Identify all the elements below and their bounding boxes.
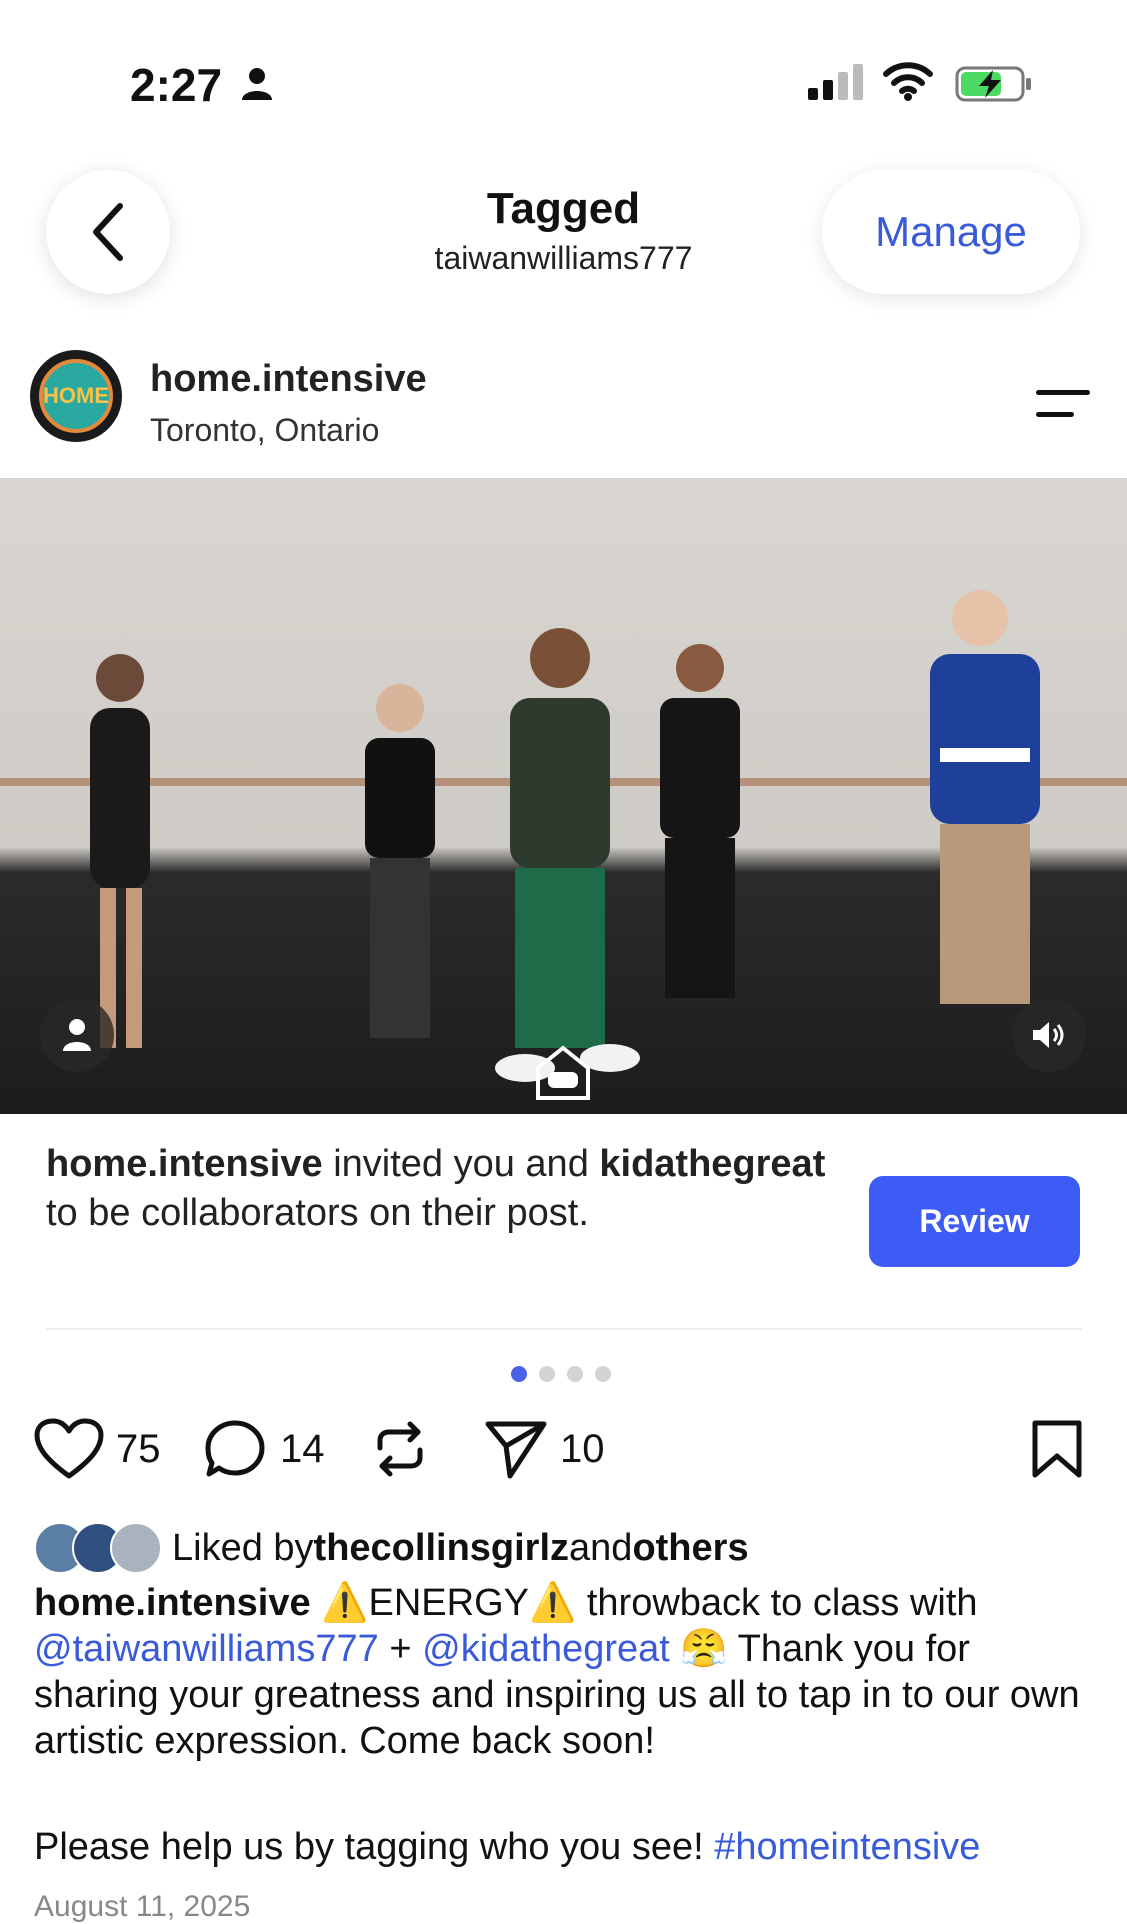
tagged-people-button[interactable]	[40, 998, 114, 1072]
header: Tagged taiwanwilliams777 Manage	[0, 160, 1127, 320]
comment-count: 14	[280, 1426, 325, 1471]
share-count: 10	[560, 1426, 605, 1471]
person-icon	[242, 68, 272, 100]
status-bar: 2:27	[0, 0, 1127, 170]
post-location[interactable]: Toronto, Ontario	[150, 412, 379, 449]
invite-text-2: to be collaborators on their post.	[46, 1192, 589, 1234]
save-button[interactable]	[1030, 1418, 1084, 1480]
speaker-icon	[1033, 1022, 1064, 1048]
post-username[interactable]: home.intensive	[150, 358, 427, 401]
share-button[interactable]: 10	[484, 1418, 605, 1480]
post-caption-line-2: Please help us by tagging who you see! #…	[34, 1824, 1114, 1870]
liked-by-user[interactable]: thecollinsgirlz	[314, 1527, 569, 1570]
dancer-figure	[930, 590, 1040, 1004]
status-time: 2:27	[130, 59, 223, 111]
post-header: HOME home.intensive Toronto, Ontario	[0, 350, 1127, 470]
carousel-dot	[567, 1366, 583, 1382]
like-count: 75	[116, 1426, 161, 1471]
review-button[interactable]: Review	[869, 1176, 1080, 1267]
bookmark-icon	[1032, 1420, 1082, 1478]
post-date: August 11, 2025	[34, 1890, 251, 1923]
divider	[46, 1328, 1082, 1330]
send-icon	[485, 1421, 547, 1479]
signal-icon	[808, 64, 863, 100]
post-actions: 75 14 10	[0, 1418, 1127, 1488]
collab-invite-text: home.intensive invited you and kidathegr…	[46, 1140, 826, 1238]
post-caption: home.intensive ⚠️ENERGY⚠️ throwback to c…	[34, 1580, 1094, 1764]
mention-link[interactable]: @kidathegreat	[422, 1628, 670, 1670]
liked-by-others[interactable]: others	[632, 1527, 748, 1570]
repost-icon	[377, 1421, 423, 1477]
liked-by-prefix: Liked by	[172, 1526, 314, 1569]
like-button[interactable]: 75	[34, 1418, 161, 1480]
avatar[interactable]: HOME	[30, 350, 122, 442]
wifi-icon	[883, 62, 933, 101]
repost-button[interactable]	[372, 1418, 428, 1480]
manage-button[interactable]: Manage	[822, 170, 1080, 294]
carousel-dot	[511, 1366, 527, 1382]
person-icon	[63, 1019, 91, 1051]
post-video[interactable]	[0, 478, 1127, 1114]
mention-link[interactable]: @taiwanwilliams777	[34, 1628, 379, 1670]
liked-by[interactable]: Liked by thecollinsgirlz and others	[34, 1520, 749, 1576]
comment-icon	[205, 1420, 265, 1477]
caption-author[interactable]: home.intensive	[34, 1582, 311, 1624]
mute-toggle-button[interactable]	[1012, 998, 1086, 1072]
carousel-dot	[595, 1366, 611, 1382]
invite-user-1[interactable]: home.intensive	[46, 1143, 323, 1185]
carousel-dot	[539, 1366, 555, 1382]
liked-by-middle: and	[569, 1526, 633, 1569]
comment-button[interactable]: 14	[204, 1418, 325, 1480]
avatar-logo: HOME	[39, 359, 113, 433]
invite-text-1: invited you and	[322, 1143, 600, 1185]
invite-user-2[interactable]: kidathegreat	[599, 1143, 825, 1185]
caption-line-2-text: Please help us by tagging who you see!	[34, 1826, 715, 1868]
caption-text-1: ⚠️ENERGY⚠️ throwback to class with	[310, 1582, 978, 1624]
home-logo-watermark	[536, 1045, 590, 1100]
battery-charging-icon	[955, 66, 1031, 102]
menu-icon[interactable]	[1034, 386, 1092, 420]
liker-avatars	[34, 1522, 166, 1574]
avatar	[110, 1522, 162, 1574]
heart-icon	[34, 1418, 104, 1479]
carousel-indicator	[511, 1366, 611, 1382]
hashtag-link[interactable]: #homeintensive	[714, 1826, 980, 1868]
dancer-figure	[660, 644, 740, 998]
caption-text-2: +	[378, 1628, 423, 1670]
